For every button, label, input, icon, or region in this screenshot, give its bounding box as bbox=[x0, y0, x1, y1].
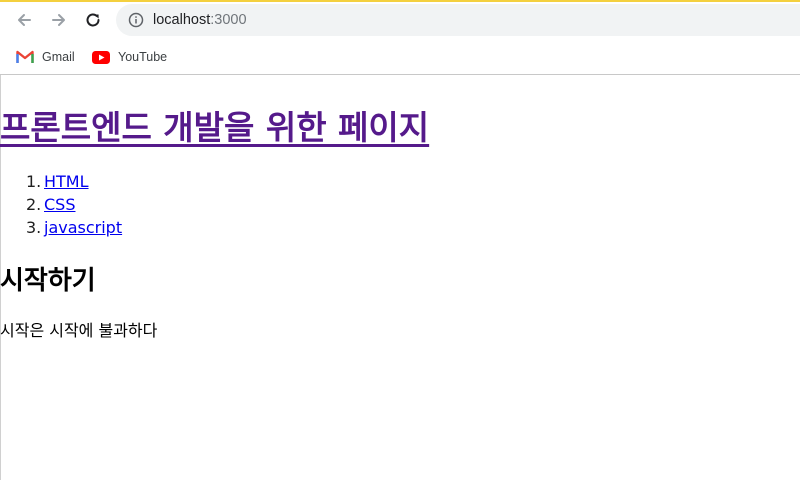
list-item: 2. CSS bbox=[0, 193, 122, 216]
page-content: 프론트엔드 개발을 위한 페이지 1. HTML 2. CSS 3. javas… bbox=[0, 75, 800, 480]
bookmark-label: Gmail bbox=[42, 50, 75, 64]
topic-list: 1. HTML 2. CSS 3. javascript bbox=[0, 170, 122, 239]
reload-button[interactable] bbox=[79, 6, 107, 34]
topic-link-css[interactable]: CSS bbox=[44, 195, 75, 214]
topic-link-javascript[interactable]: javascript bbox=[44, 218, 122, 237]
gmail-icon bbox=[16, 50, 34, 64]
bookmarks-bar: Gmail YouTube bbox=[0, 40, 800, 74]
bookmark-gmail[interactable]: Gmail bbox=[16, 45, 75, 69]
info-icon[interactable] bbox=[128, 12, 144, 28]
browser-toolbar: localhost:3000 bbox=[0, 2, 800, 38]
forward-button[interactable] bbox=[45, 6, 73, 34]
reload-icon bbox=[86, 13, 100, 27]
page-title-link[interactable]: 프론트엔드 개발을 위한 페이지 bbox=[0, 101, 429, 149]
list-number: 1. bbox=[26, 172, 42, 191]
list-number: 2. bbox=[26, 195, 42, 214]
back-button[interactable] bbox=[10, 6, 38, 34]
youtube-icon bbox=[92, 50, 110, 64]
section-body: 시작은 시작에 불과하다 bbox=[0, 321, 158, 340]
arrow-left-icon bbox=[18, 14, 31, 26]
bookmark-youtube[interactable]: YouTube bbox=[92, 45, 167, 69]
list-item: 3. javascript bbox=[0, 216, 122, 239]
url-text[interactable]: localhost:3000 bbox=[153, 12, 247, 28]
list-item: 1. HTML bbox=[0, 170, 122, 193]
arrow-right-icon bbox=[52, 14, 65, 26]
topic-link-html[interactable]: HTML bbox=[44, 172, 89, 191]
url-port: :3000 bbox=[210, 12, 247, 28]
url-host: localhost bbox=[153, 12, 211, 28]
address-bar[interactable]: localhost:3000 bbox=[116, 4, 800, 36]
section-heading: 시작하기 bbox=[0, 266, 96, 296]
bookmark-label: YouTube bbox=[118, 50, 168, 64]
list-number: 3. bbox=[26, 218, 42, 237]
